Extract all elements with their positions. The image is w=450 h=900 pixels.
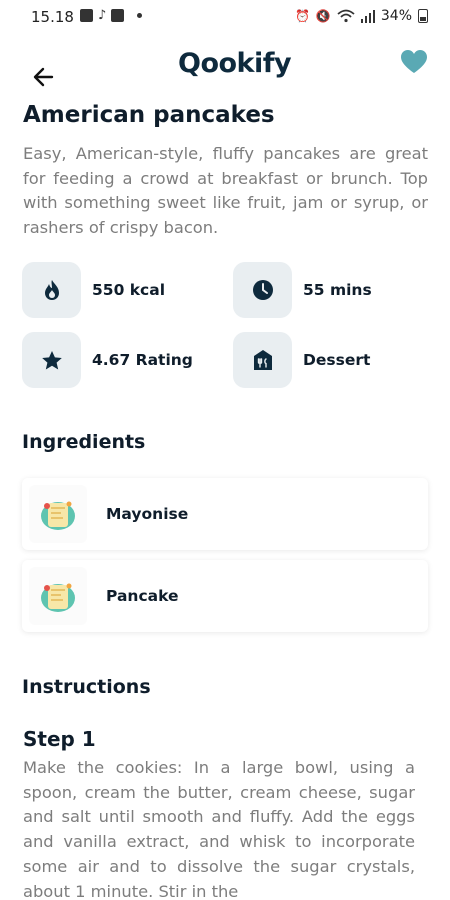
rating-label: 4.67 Rating <box>92 351 193 369</box>
rating-icon-box <box>22 332 81 388</box>
system-icons: ⏰ 🔇 34% <box>295 8 428 24</box>
battery-percent: 34% <box>380 8 412 24</box>
status-time: 15.18 <box>31 8 74 26</box>
back-button[interactable] <box>30 63 58 91</box>
category-icon-box <box>233 332 292 388</box>
alarm-icon: ⏰ <box>294 9 310 23</box>
ingredient-item[interactable]: Mayonise <box>22 478 428 550</box>
rating-info: 4.67 Rating <box>22 332 193 388</box>
ingredient-image <box>29 485 87 543</box>
ingredient-item[interactable]: Pancake <box>22 560 428 632</box>
calories-info: 550 kcal <box>22 262 165 318</box>
checkbox-icon <box>111 9 125 22</box>
gallery-icon <box>80 9 93 22</box>
wifi-icon <box>337 9 355 23</box>
clock-icon <box>252 280 273 300</box>
time-icon-box <box>233 262 292 318</box>
tiktok-icon: ♪ <box>98 8 107 23</box>
ingredient-name: Pancake <box>106 587 179 605</box>
battery-icon <box>418 9 428 23</box>
restaurant-icon <box>253 350 272 370</box>
calories-icon-box <box>22 262 81 318</box>
mute-icon: 🔇 <box>315 9 331 23</box>
instructions-heading: Instructions <box>22 676 151 698</box>
favorite-button[interactable] <box>400 49 428 75</box>
ingredient-illustration-icon <box>41 501 75 530</box>
category-label: Dessert <box>303 351 371 369</box>
calories-label: 550 kcal <box>92 281 166 299</box>
star-icon <box>41 350 62 369</box>
ingredient-name: Mayonise <box>106 505 189 523</box>
ingredient-illustration-icon <box>41 583 75 612</box>
notification-icons: ♪ <box>80 8 143 23</box>
heart-icon <box>401 50 427 73</box>
time-label: 55 mins <box>303 281 372 299</box>
signal-icon <box>360 9 375 23</box>
category-info: Dessert <box>233 332 370 388</box>
step-title: Step 1 <box>23 727 96 751</box>
recipe-description: Easy, American-style, fluffy pancakes ar… <box>23 144 428 238</box>
arrow-left-icon <box>33 67 54 87</box>
recipe-title: American pancakes <box>23 102 275 128</box>
ingredient-image <box>29 567 87 625</box>
time-info: 55 mins <box>233 262 372 318</box>
app-logo: Qookify <box>178 48 292 79</box>
flame-icon <box>44 280 59 300</box>
ingredients-heading: Ingredients <box>22 431 146 453</box>
more-notifications-icon <box>137 13 143 18</box>
step-text: Make the cookies: In a large bowl, using… <box>23 758 415 900</box>
status-bar: 15.18 ♪ ⏰ 🔇 34% <box>0 0 450 36</box>
